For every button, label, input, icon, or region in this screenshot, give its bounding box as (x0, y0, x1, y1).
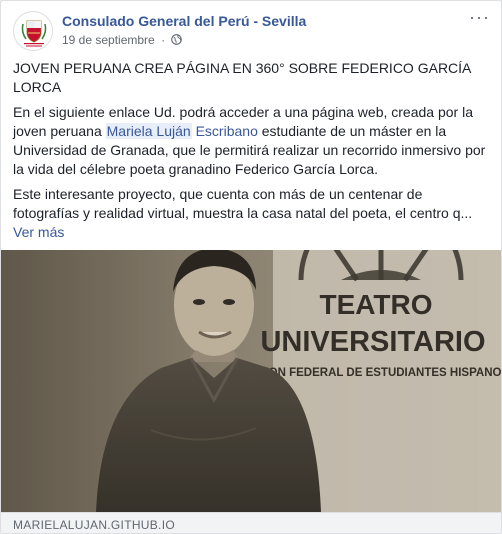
tagged-person-link[interactable]: Mariela Luján (105, 123, 192, 139)
sepia-photo: TEATRO UNIVERSITARIO UNION FEDERAL DE ES… (1, 250, 501, 512)
page-avatar[interactable] (13, 11, 53, 51)
link-domain[interactable]: MARIELALUJAN.GITHUB.IO (1, 512, 501, 533)
post-headline: JOVEN PERUANA CREA PÁGINA EN 360° SOBRE … (13, 60, 471, 95)
coat-of-arms-icon (15, 13, 52, 50)
globe-icon[interactable] (171, 34, 183, 45)
tagged-person-link-2[interactable]: Escribano (196, 123, 258, 139)
paragraph-2-text: Este interesante proyecto, que cuenta co… (13, 186, 473, 221)
page-name-link[interactable]: Consulado General del Perú - Sevilla (62, 13, 306, 29)
post-paragraph-2: Este interesante proyecto, que cuenta co… (13, 185, 489, 242)
post-meta: 19 de septiembre · (62, 33, 183, 47)
ellipsis-icon[interactable]: ··· (469, 8, 489, 29)
shared-link-image[interactable]: TEATRO UNIVERSITARIO UNION FEDERAL DE ES… (1, 250, 501, 512)
post-paragraph-1: En el siguiente enlace Ud. podrá acceder… (13, 103, 489, 179)
meta-separator: · (161, 33, 166, 47)
post-header: Consulado General del Perú - Sevilla 19 … (13, 8, 489, 51)
see-more-link[interactable]: Ver más (13, 224, 64, 240)
post-body: JOVEN PERUANA CREA PÁGINA EN 360° SOBRE … (13, 59, 489, 248)
facebook-post: Consulado General del Perú - Sevilla 19 … (0, 0, 502, 534)
post-timestamp[interactable]: 19 de septiembre (62, 33, 155, 47)
